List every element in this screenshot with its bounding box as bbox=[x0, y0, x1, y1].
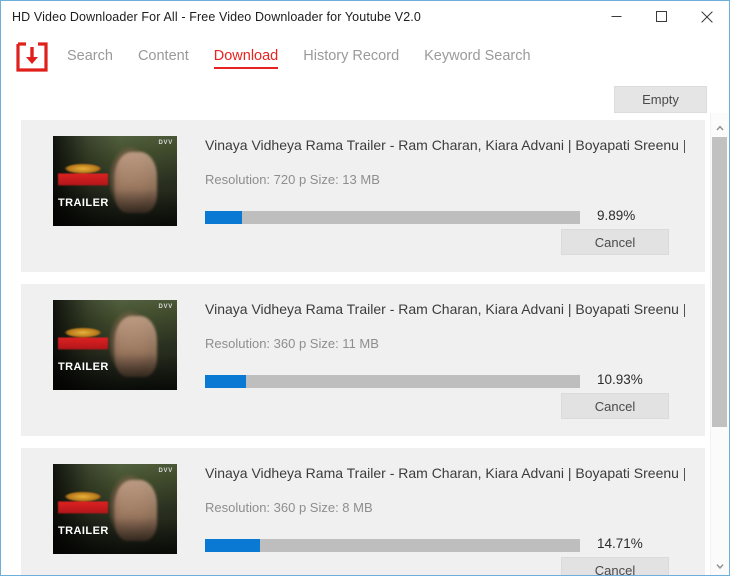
maximize-button[interactable] bbox=[639, 1, 684, 32]
video-thumbnail: TRAILER DVV bbox=[53, 136, 177, 226]
progress-fill bbox=[205, 375, 246, 388]
download-item[interactable]: TRAILER DVV Vinaya Vidheya Rama Trailer … bbox=[21, 120, 705, 272]
progress-row: 14.71% bbox=[205, 536, 685, 556]
video-title: Vinaya Vidheya Rama Trailer - Ram Charan… bbox=[205, 137, 685, 153]
thumbnail-trailer-label: TRAILER bbox=[58, 525, 109, 537]
main-nav: Search Content Download History Record K… bbox=[1, 32, 729, 82]
cancel-button[interactable]: Cancel bbox=[561, 557, 669, 575]
nav-item-download[interactable]: Download bbox=[213, 48, 278, 69]
progress-bar bbox=[205, 539, 580, 552]
thumbnail-logo bbox=[58, 490, 108, 520]
download-arrow-icon bbox=[13, 42, 51, 72]
thumbnail-logo bbox=[58, 326, 108, 356]
video-title: Vinaya Vidheya Rama Trailer - Ram Charan… bbox=[205, 465, 685, 481]
video-title: Vinaya Vidheya Rama Trailer - Ram Charan… bbox=[205, 301, 685, 317]
app-window: HD Video Downloader For All - Free Video… bbox=[0, 0, 730, 576]
scrollbar-thumb[interactable] bbox=[712, 137, 727, 427]
download-list-inner: TRAILER DVV Vinaya Vidheya Rama Trailer … bbox=[2, 120, 708, 575]
progress-percent: 14.71% bbox=[597, 536, 643, 551]
download-list: TRAILER DVV Vinaya Vidheya Rama Trailer … bbox=[2, 120, 729, 575]
thumbnail-trailer-label: TRAILER bbox=[58, 361, 109, 373]
window-title: HD Video Downloader For All - Free Video… bbox=[12, 9, 421, 24]
progress-bar bbox=[205, 211, 580, 224]
title-bar: HD Video Downloader For All - Free Video… bbox=[1, 1, 729, 32]
cancel-button[interactable]: Cancel bbox=[561, 229, 669, 255]
thumbnail-logo bbox=[58, 162, 108, 192]
window-controls bbox=[594, 1, 729, 32]
thumbnail-watermark: DVV bbox=[158, 140, 173, 146]
progress-percent: 9.89% bbox=[597, 208, 636, 223]
progress-row: 10.93% bbox=[205, 372, 685, 392]
chevron-down-icon[interactable] bbox=[711, 557, 728, 574]
nav-item-history-record[interactable]: History Record bbox=[303, 48, 399, 67]
close-button[interactable] bbox=[684, 1, 729, 32]
video-thumbnail: TRAILER DVV bbox=[53, 464, 177, 554]
progress-percent: 10.93% bbox=[597, 372, 643, 387]
thumbnail-watermark: DVV bbox=[158, 468, 173, 474]
empty-button[interactable]: Empty bbox=[614, 86, 707, 113]
nav-item-content[interactable]: Content bbox=[138, 48, 189, 67]
vertical-scrollbar[interactable] bbox=[710, 113, 728, 575]
progress-bar bbox=[205, 375, 580, 388]
nav-item-search[interactable]: Search bbox=[67, 48, 113, 67]
progress-fill bbox=[205, 211, 243, 224]
video-thumbnail: TRAILER DVV bbox=[53, 300, 177, 390]
cancel-button[interactable]: Cancel bbox=[561, 393, 669, 419]
download-item[interactable]: TRAILER DVV Vinaya Vidheya Rama Trailer … bbox=[21, 284, 705, 436]
video-meta: Resolution: 360 p Size: 11 MB bbox=[205, 336, 379, 351]
video-meta: Resolution: 360 p Size: 8 MB bbox=[205, 500, 373, 515]
progress-fill bbox=[205, 539, 261, 552]
list-toolbar: Empty bbox=[1, 82, 729, 119]
nav-item-keyword-search[interactable]: Keyword Search bbox=[424, 48, 530, 67]
video-meta: Resolution: 720 p Size: 13 MB bbox=[205, 172, 380, 187]
chevron-up-icon[interactable] bbox=[711, 119, 728, 136]
thumbnail-watermark: DVV bbox=[158, 304, 173, 310]
thumbnail-trailer-label: TRAILER bbox=[58, 197, 109, 209]
minimize-button[interactable] bbox=[594, 1, 639, 32]
progress-row: 9.89% bbox=[205, 208, 685, 228]
download-item[interactable]: TRAILER DVV Vinaya Vidheya Rama Trailer … bbox=[21, 448, 705, 575]
